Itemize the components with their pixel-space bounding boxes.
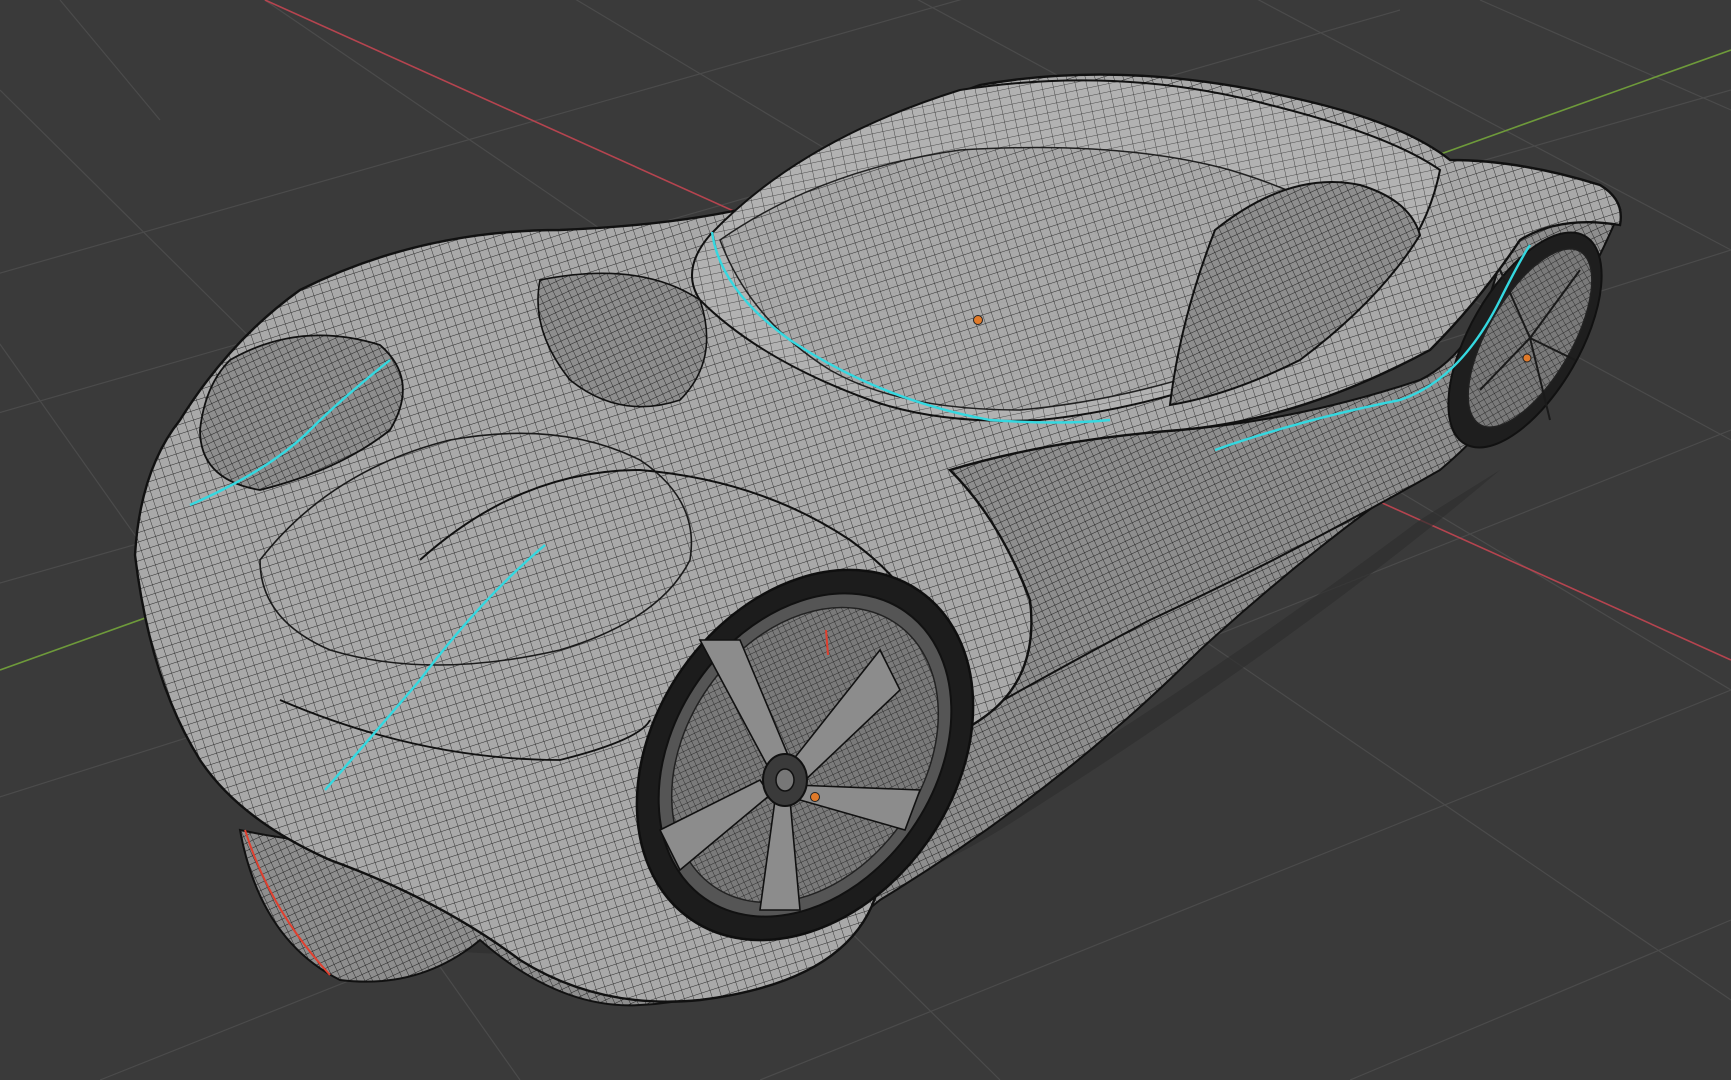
viewport-canvas[interactable] xyxy=(0,0,1731,1080)
origin-point-front-wheel[interactable] xyxy=(810,792,820,802)
origin-point-body[interactable] xyxy=(973,315,983,325)
3d-viewport[interactable] xyxy=(0,0,1731,1080)
origin-point-rear-wheel[interactable] xyxy=(1522,353,1532,363)
